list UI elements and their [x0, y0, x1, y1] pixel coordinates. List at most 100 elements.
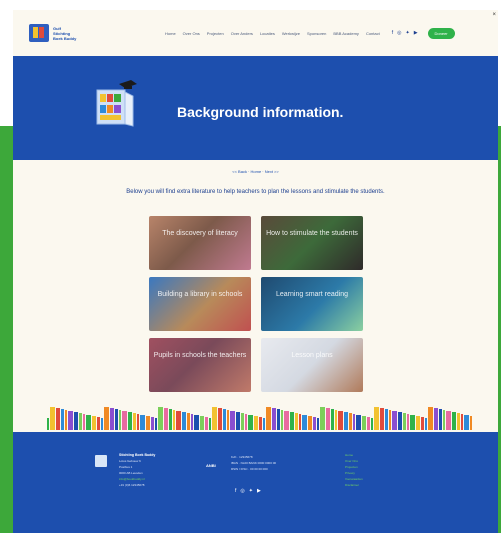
book-spine: [443, 410, 445, 430]
resource-tile[interactable]: Lesson plans: [261, 338, 363, 392]
book-spine: [308, 416, 312, 430]
book-spine: [68, 411, 73, 430]
book-spine: [79, 413, 82, 430]
tile-label: Pupils in schools the teachers: [153, 352, 247, 359]
book-spine: [182, 412, 186, 430]
book-spine: [380, 408, 384, 430]
book-spine: [338, 411, 343, 430]
tile-label: Building a library in schools: [157, 291, 243, 298]
footer-link[interactable]: Disclaimer: [345, 482, 363, 488]
book-spine: [169, 409, 172, 430]
nav-item-locaties[interactable]: Locaties: [260, 31, 275, 36]
book-spine: [266, 407, 271, 430]
nav-item-over-ons[interactable]: Over Ons: [183, 31, 200, 36]
hero-banner: Background information.: [13, 56, 498, 160]
resource-tile[interactable]: Pupils in schools the teachers: [149, 338, 251, 392]
instagram-icon[interactable]: ◎: [240, 488, 244, 494]
book-spine: [254, 416, 258, 430]
book-spine: [320, 407, 325, 430]
header-social-links: f ◎ ✦ ▶: [392, 30, 418, 36]
facebook-icon[interactable]: f: [392, 30, 393, 36]
tile-label: Lesson plans: [291, 352, 333, 359]
book-spine: [133, 413, 136, 430]
nav-item-sponsoren[interactable]: Sponsoren: [307, 31, 326, 36]
twitter-icon[interactable]: ✦: [406, 30, 410, 36]
book-spine: [356, 415, 361, 430]
facebook-icon[interactable]: f: [235, 488, 236, 494]
book-spine: [97, 417, 100, 430]
book-spine: [290, 412, 294, 430]
book-spine: [464, 415, 469, 430]
book-spine: [374, 407, 379, 430]
left-accent-bar: [0, 126, 13, 533]
book-spine: [470, 416, 472, 430]
tile-label: Learning smart reading: [276, 291, 348, 298]
resource-grid: The discovery of literacy How to stimula…: [149, 216, 365, 392]
anbi-logo: ANBI: [206, 463, 216, 468]
book-spine: [349, 413, 352, 430]
resource-tile[interactable]: The discovery of literacy: [149, 216, 251, 270]
book-spine: [434, 408, 438, 430]
resource-tile[interactable]: Building a library in schools: [149, 277, 251, 331]
book-spine: [241, 413, 244, 430]
twitter-icon[interactable]: ✦: [249, 488, 253, 494]
book-spine: [146, 416, 150, 430]
book-spine: [236, 412, 240, 430]
book-spine: [230, 411, 235, 430]
nav-item-werkwijze[interactable]: Werkwijze: [282, 31, 300, 36]
book-spine: [331, 409, 334, 430]
book-spine: [47, 418, 49, 430]
footer-social-links: f ◎ ✦ ▶: [235, 488, 261, 494]
book-spine: [50, 407, 55, 430]
resource-tile[interactable]: How to stimulate the students: [261, 216, 363, 270]
book-spine: [200, 416, 204, 430]
nav-item-academy[interactable]: BBB Academy: [333, 31, 359, 36]
instagram-icon[interactable]: ◎: [397, 30, 401, 36]
book-spine: [326, 408, 330, 430]
book-spine: [74, 412, 78, 430]
book-spine: [299, 414, 301, 430]
footer-logo-icon: [95, 455, 107, 467]
footer-info-line: RSIN / FISC · 00 00 00 000: [231, 467, 268, 471]
youtube-icon[interactable]: ▶: [414, 30, 418, 36]
book-spine: [187, 413, 190, 430]
book-spine: [218, 408, 222, 430]
book-spine: [176, 411, 181, 430]
book-spine: [164, 408, 168, 430]
book-spine: [205, 417, 208, 430]
logo-book-icon: [29, 24, 49, 42]
book-spine: [410, 415, 415, 430]
bookshelf-graduation-icon: [96, 80, 137, 127]
book-spine: [277, 409, 280, 430]
book-spine: [428, 407, 433, 430]
book-spine: [313, 417, 316, 430]
book-spine: [362, 416, 366, 430]
book-spine: [272, 408, 276, 430]
resource-tile[interactable]: Learning smart reading: [261, 277, 363, 331]
close-icon[interactable]: ×: [492, 12, 496, 18]
book-spine: [367, 417, 370, 430]
book-spine: [61, 409, 64, 430]
book-spine: [173, 410, 175, 430]
book-spine: [353, 414, 355, 430]
logo-text: Gulf Stichting Boek Buddy: [53, 25, 77, 41]
nav-item-contact[interactable]: Contact: [366, 31, 380, 36]
main-nav: Home Over Ons Projecten Over Anders Loca…: [165, 31, 380, 36]
tile-label: The discovery of literacy: [162, 230, 238, 237]
nav-item-over-anders[interactable]: Over Anders: [231, 31, 253, 36]
site-footer: Stichting Boek Buddy Lotus Gebouw 6 Post…: [13, 432, 498, 533]
site-logo[interactable]: Gulf Stichting Boek Buddy: [29, 24, 77, 42]
nav-item-home[interactable]: Home: [165, 31, 176, 36]
book-spine: [344, 412, 348, 430]
book-spine: [83, 414, 85, 430]
donate-button[interactable]: Doneer: [427, 27, 455, 39]
bookshelf-strip-decoration: [47, 407, 472, 430]
nav-item-projecten[interactable]: Projecten: [207, 31, 224, 36]
page-title: Background information.: [177, 104, 344, 120]
book-spine: [416, 416, 420, 430]
book-spine: [317, 418, 319, 430]
breadcrumb[interactable]: << Back · Home · Next >>: [13, 169, 498, 174]
youtube-icon[interactable]: ▶: [257, 488, 261, 494]
book-spine: [398, 412, 402, 430]
book-spine: [263, 418, 265, 430]
